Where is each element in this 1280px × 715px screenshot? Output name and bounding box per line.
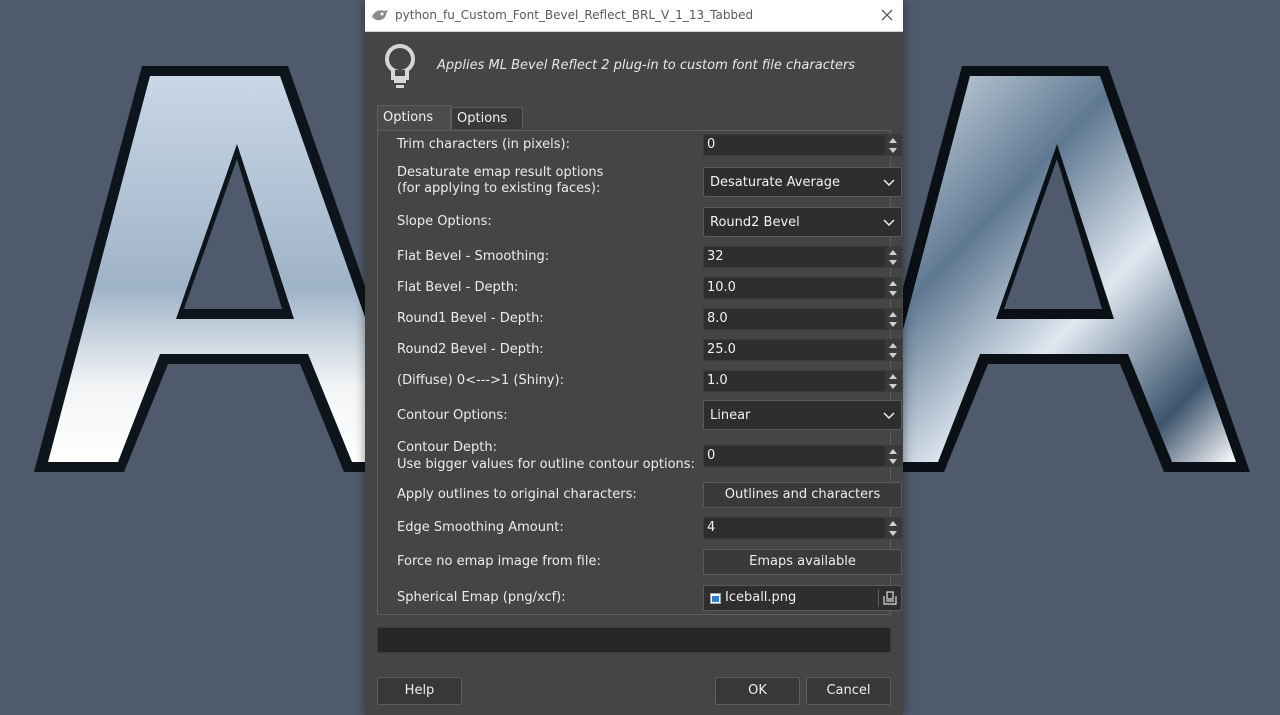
desaturate-combo[interactable]: Desaturate Average bbox=[703, 167, 902, 197]
slope-combo[interactable]: Round2 Bevel bbox=[703, 207, 902, 237]
flat-depth-spinner[interactable]: 10.0 bbox=[703, 277, 902, 299]
force-no-emap-label: Force no emap image from file: bbox=[397, 554, 601, 569]
spin-down-icon[interactable] bbox=[885, 319, 901, 329]
tab-options-2[interactable]: Options 2 bbox=[451, 107, 523, 148]
spin-up-icon[interactable] bbox=[885, 446, 901, 456]
flat-depth-value[interactable]: 10.0 bbox=[707, 280, 736, 295]
plugin-dialog: python_fu_Custom_Font_Bevel_Reflect_BRL_… bbox=[365, 0, 903, 715]
spin-down-icon[interactable] bbox=[885, 350, 901, 360]
spin-up-icon[interactable] bbox=[885, 135, 901, 145]
trim-spinner[interactable]: 0 bbox=[703, 134, 902, 156]
spin-up-icon[interactable] bbox=[885, 340, 901, 350]
contour-value: Linear bbox=[710, 408, 751, 423]
desaturate-label-line2: (for applying to existing faces): bbox=[397, 181, 601, 196]
cancel-button[interactable]: Cancel bbox=[806, 677, 891, 705]
shiny-label: (Diffuse) 0<--->1 (Shiny): bbox=[397, 373, 564, 388]
apply-outlines-label: Apply outlines to original characters: bbox=[397, 487, 637, 502]
apply-outlines-button[interactable]: Outlines and characters bbox=[703, 482, 902, 508]
contour-depth-spinner[interactable]: 0 bbox=[703, 445, 902, 467]
force-no-emap-button[interactable]: Emaps available bbox=[703, 549, 902, 575]
title-bar: python_fu_Custom_Font_Bevel_Reflect_BRL_… bbox=[365, 0, 903, 32]
edge-smoothing-label: Edge Smoothing Amount: bbox=[397, 520, 564, 535]
round2-depth-spinner[interactable]: 25.0 bbox=[703, 339, 902, 361]
slope-value: Round2 Bevel bbox=[710, 215, 800, 230]
shiny-value[interactable]: 1.0 bbox=[707, 373, 728, 388]
spherical-emap-value: Iceball.png bbox=[725, 590, 797, 605]
spin-down-icon[interactable] bbox=[885, 145, 901, 155]
spin-down-icon[interactable] bbox=[885, 257, 901, 267]
chevron-down-icon bbox=[883, 179, 895, 187]
image-file-icon bbox=[710, 593, 721, 604]
flat-smoothing-spinner[interactable]: 32 bbox=[703, 246, 902, 268]
background-letter-a-right bbox=[854, 66, 1250, 472]
progress-bar bbox=[377, 627, 891, 653]
desaturate-label-line1: Desaturate emap result options bbox=[397, 165, 604, 180]
edge-smoothing-value[interactable]: 4 bbox=[707, 520, 715, 535]
options-panel: Trim characters (in pixels): 0 Desaturat… bbox=[377, 130, 902, 615]
help-button[interactable]: Help bbox=[377, 677, 462, 705]
lightbulb-icon bbox=[385, 44, 415, 88]
edge-smoothing-spinner[interactable]: 4 bbox=[703, 517, 902, 539]
flat-smoothing-value[interactable]: 32 bbox=[707, 249, 724, 264]
spin-down-icon[interactable] bbox=[885, 456, 901, 466]
slope-label: Slope Options: bbox=[397, 214, 492, 229]
chevron-down-icon bbox=[883, 412, 895, 420]
round2-depth-value[interactable]: 25.0 bbox=[707, 342, 736, 357]
spin-up-icon[interactable] bbox=[885, 371, 901, 381]
contour-label: Contour Options: bbox=[397, 408, 508, 423]
plugin-description: Applies ML Bevel Reflect 2 plug-in to cu… bbox=[437, 58, 856, 73]
gimp-icon bbox=[372, 10, 388, 21]
spin-down-icon[interactable] bbox=[885, 528, 901, 538]
contour-combo[interactable]: Linear bbox=[703, 400, 902, 430]
ok-button[interactable]: OK bbox=[715, 677, 800, 705]
spin-up-icon[interactable] bbox=[885, 309, 901, 319]
tab-options-1[interactable]: Options 1 bbox=[377, 105, 451, 149]
spin-up-icon[interactable] bbox=[885, 518, 901, 528]
spin-up-icon[interactable] bbox=[885, 278, 901, 288]
flat-smoothing-label: Flat Bevel - Smoothing: bbox=[397, 249, 550, 264]
chevron-down-icon bbox=[883, 219, 895, 227]
round1-depth-value[interactable]: 8.0 bbox=[707, 311, 728, 326]
window-title: python_fu_Custom_Font_Bevel_Reflect_BRL_… bbox=[395, 8, 754, 22]
file-picker-icon[interactable] bbox=[882, 590, 898, 606]
desaturate-value: Desaturate Average bbox=[710, 175, 841, 190]
trim-label: Trim characters (in pixels): bbox=[397, 137, 570, 152]
contour-depth-label-line2: Use bigger values for outline contour op… bbox=[397, 457, 695, 472]
flat-depth-label: Flat Bevel - Depth: bbox=[397, 280, 519, 295]
trim-value[interactable]: 0 bbox=[707, 137, 715, 152]
close-icon[interactable] bbox=[877, 5, 897, 25]
shiny-spinner[interactable]: 1.0 bbox=[703, 370, 902, 392]
spherical-emap-label: Spherical Emap (png/xcf): bbox=[397, 590, 566, 605]
spin-up-icon[interactable] bbox=[885, 247, 901, 257]
round2-depth-label: Round2 Bevel - Depth: bbox=[397, 342, 544, 357]
spin-down-icon[interactable] bbox=[885, 288, 901, 298]
spherical-emap-file-chooser[interactable]: Iceball.png bbox=[703, 585, 902, 611]
contour-depth-label-line1: Contour Depth: bbox=[397, 440, 498, 455]
spin-down-icon[interactable] bbox=[885, 381, 901, 391]
round1-depth-spinner[interactable]: 8.0 bbox=[703, 308, 902, 330]
round1-depth-label: Round1 Bevel - Depth: bbox=[397, 311, 544, 326]
contour-depth-value[interactable]: 0 bbox=[707, 448, 715, 463]
